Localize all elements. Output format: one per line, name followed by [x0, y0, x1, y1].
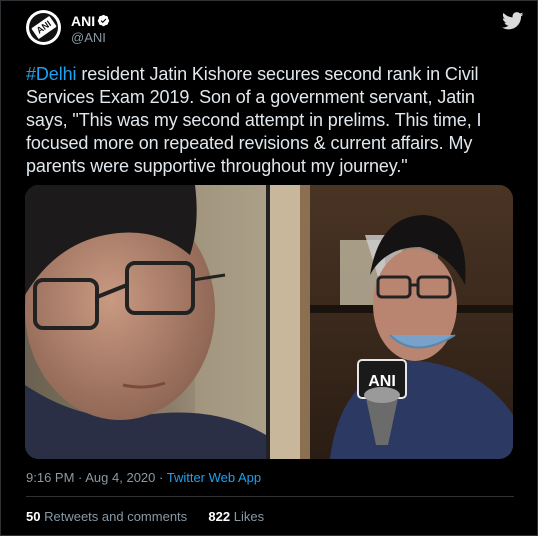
verified-badge-icon — [97, 14, 110, 27]
photo-interview[interactable]: ANI — [270, 185, 513, 459]
hashtag-link[interactable]: #Delhi — [26, 64, 77, 84]
twitter-bird-icon[interactable] — [502, 12, 524, 30]
likes-count: 822 — [208, 509, 231, 524]
meta-separator-2: · — [155, 470, 167, 485]
account-name[interactable]: ANI — [71, 13, 95, 30]
tweet-date[interactable]: Aug 4, 2020 — [85, 470, 155, 485]
retweets-label: Retweets and comments — [44, 509, 188, 524]
source-app-link[interactable]: Twitter Web App — [167, 470, 261, 485]
divider — [26, 496, 514, 497]
ani-logo-icon: ANI — [29, 13, 58, 42]
likes-label: Likes — [233, 509, 265, 524]
avatar[interactable]: ANI — [26, 10, 61, 45]
tweet-card: ANI ANI @ANI #Delhi resident Jatin Kisho… — [0, 0, 538, 536]
likes-stat[interactable]: 822 Likes — [208, 509, 264, 524]
photo-closeup[interactable] — [25, 185, 266, 459]
retweets-count: 50 — [26, 509, 41, 524]
tweet-text: #Delhi resident Jatin Kishore secures se… — [26, 63, 516, 178]
meta-separator: · — [74, 470, 86, 485]
engagement-stats: 50 Retweets and comments 822 Likes — [26, 509, 264, 525]
tweet-time[interactable]: 9:16 PM — [26, 470, 74, 485]
tweet-body: resident Jatin Kishore secures second ra… — [26, 64, 482, 176]
tweet-meta: 9:16 PM · Aug 4, 2020 · Twitter Web App — [26, 470, 261, 486]
account-handle[interactable]: @ANI — [71, 30, 106, 46]
avatar-logo-text: ANI — [31, 15, 57, 40]
retweets-stat[interactable]: 50 Retweets and comments — [26, 509, 187, 524]
tweet-media[interactable]: ANI — [25, 185, 513, 459]
